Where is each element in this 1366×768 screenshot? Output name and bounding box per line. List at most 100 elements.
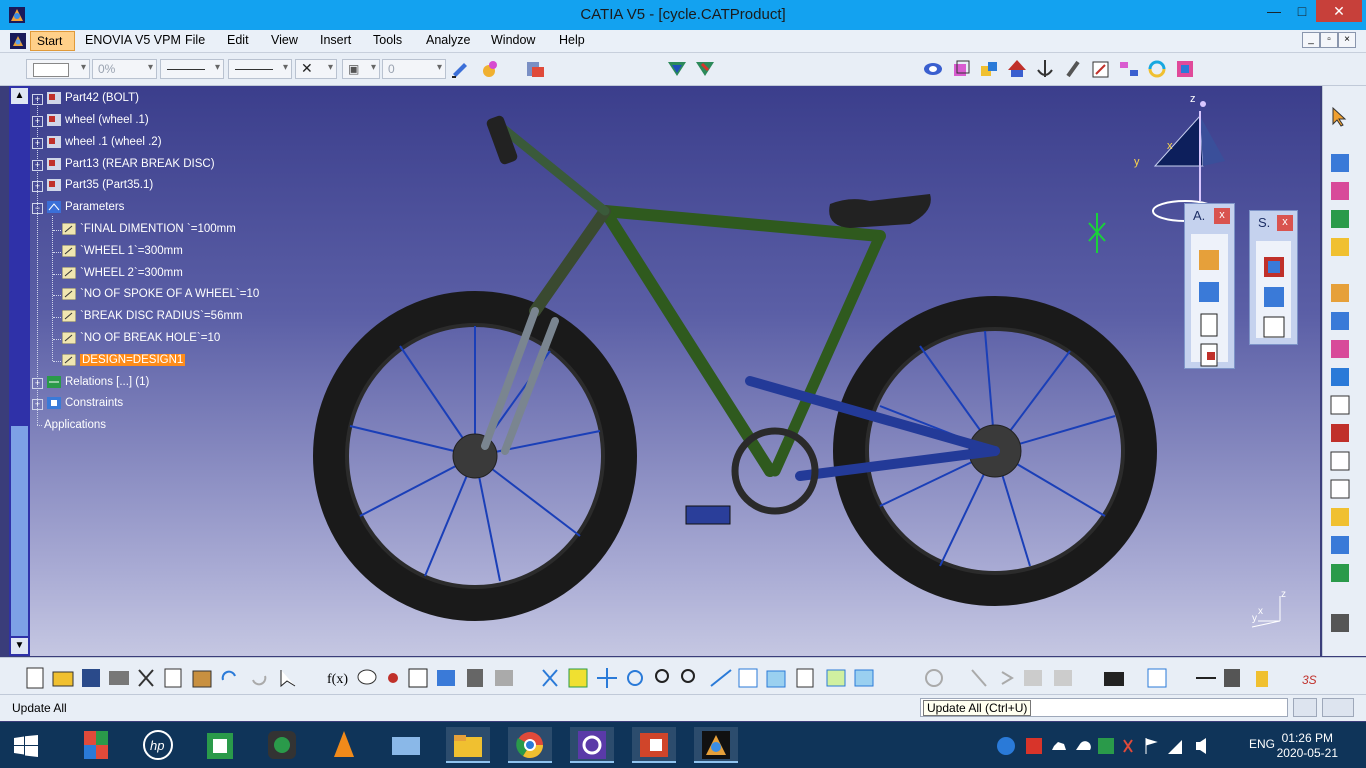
line-type-combo[interactable]: ▾ [228, 59, 292, 79]
mini-y-label: y [1252, 613, 1257, 624]
component-icon[interactable] [950, 58, 972, 80]
rendering-style-combo[interactable]: ▣ ▾ [342, 59, 380, 79]
relations-icon [47, 376, 61, 388]
select-arrow-icon[interactable] [1329, 106, 1351, 128]
menu-analyze[interactable]: Analyze [426, 33, 470, 47]
taskbar-app-settings[interactable] [570, 727, 614, 763]
document-icon[interactable] [10, 33, 26, 49]
menu-enovia[interactable]: ENOVIA V5 VPM [85, 33, 181, 47]
fly-mode-icon[interactable] [666, 58, 688, 80]
examine-mode-icon[interactable] [694, 58, 716, 80]
status-button-1[interactable] [1293, 698, 1317, 717]
bike-frame [481, 121, 1000, 481]
assembly-constraint-icons[interactable] [1329, 154, 1351, 654]
maximize-button[interactable]: □ [1287, 0, 1317, 22]
scroll-down-arrow[interactable]: ▼ [11, 638, 28, 654]
menu-view[interactable]: View [271, 33, 298, 47]
manipulate-icon[interactable] [1006, 58, 1028, 80]
part-icon [47, 158, 61, 170]
expand-constraints[interactable]: + [32, 399, 43, 410]
anchor-icon[interactable] [1034, 58, 1056, 80]
expand-part35[interactable]: + [32, 181, 43, 192]
floating-toolbar-a[interactable]: A. x [1184, 203, 1235, 369]
existing-component-icon[interactable] [978, 58, 1000, 80]
svg-text:3S: 3S [1302, 673, 1317, 687]
color-swatch [33, 63, 69, 77]
taskbar-app-camera[interactable] [260, 727, 304, 763]
doc-restore-button[interactable]: ▫ [1320, 32, 1338, 48]
point-symbol-combo[interactable]: ✕ ▾ [295, 59, 337, 79]
formula-icon [62, 332, 76, 344]
saddle [829, 194, 931, 228]
taskbar-app-catia[interactable] [694, 727, 738, 763]
taskbar-app-hp[interactable]: hp [136, 727, 180, 763]
minimize-button[interactable]: — [1259, 0, 1289, 22]
update-icon[interactable] [1146, 58, 1168, 80]
scroll-up-arrow[interactable]: ▲ [11, 88, 28, 104]
right-edge-panel [1356, 86, 1366, 656]
windows-taskbar: hp ENG 01:26 PM 2020-05-21 [0, 722, 1366, 768]
floating-s-close-button[interactable]: x [1277, 215, 1293, 231]
input-language[interactable]: ENG [1249, 737, 1275, 751]
explode-icon[interactable] [1118, 58, 1140, 80]
snap-icon[interactable] [1090, 58, 1112, 80]
menu-window[interactable]: Window [491, 33, 535, 47]
structure-tools-icons[interactable] [1262, 255, 1286, 345]
taskbar-app-vlc[interactable] [322, 727, 366, 763]
update-all-tooltip: Update All (Ctrl+U) [923, 700, 1032, 716]
taskbar-app-keyboard[interactable] [384, 727, 428, 763]
power-input-field[interactable]: Update All (Ctrl+U) [920, 698, 1288, 717]
svg-text:hp: hp [150, 738, 164, 753]
expand-part42[interactable]: + [32, 94, 43, 105]
windows-start-icon[interactable] [14, 735, 38, 757]
expand-wheel-1[interactable]: + [32, 138, 43, 149]
floating-a-close-button[interactable]: x [1214, 208, 1230, 224]
expand-wheel[interactable]: + [32, 116, 43, 127]
menu-edit[interactable]: Edit [227, 33, 249, 47]
pedal [685, 505, 731, 525]
collapse-parameters[interactable]: − [32, 203, 43, 214]
system-clock[interactable]: 01:26 PM 2020-05-21 [1277, 731, 1338, 761]
taskbar-app-explorer[interactable] [446, 727, 490, 763]
tree-scrollbar[interactable]: ▲ ▼ [9, 86, 30, 656]
taskbar-app-chrome[interactable] [508, 727, 552, 763]
status-button-2[interactable] [1322, 698, 1354, 717]
menu-tools[interactable]: Tools [373, 33, 402, 47]
expand-relations[interactable]: + [32, 378, 43, 389]
taskbar-app-store[interactable] [198, 727, 242, 763]
system-tray-icons[interactable] [996, 736, 1226, 756]
menu-start[interactable]: Start [30, 31, 75, 51]
3d-viewport[interactable]: z y x z x y [30, 86, 1320, 656]
title-bar: CATIA V5 - [cycle.CATProduct] — □ ✕ [0, 0, 1366, 30]
expand-part13[interactable]: + [32, 160, 43, 171]
close-button[interactable]: ✕ [1316, 0, 1362, 22]
front-wheel [313, 291, 637, 621]
scroll-thumb[interactable] [11, 426, 28, 636]
formula-icon [62, 267, 76, 279]
properties-icon[interactable] [478, 58, 500, 80]
standard-tools-icons[interactable]: f(x) [25, 666, 875, 690]
catalog-browser-icon[interactable] [524, 58, 546, 80]
fill-color-combo[interactable]: ▾ [26, 59, 90, 79]
taskbar-app-puzzle[interactable] [74, 727, 118, 763]
constraints-icon [47, 397, 61, 409]
part-icon [47, 114, 61, 126]
assembly-tools-icons[interactable] [1197, 248, 1221, 368]
mini-x-label: x [1258, 606, 1263, 617]
pin-icon[interactable] [1062, 58, 1084, 80]
floating-toolbar-s[interactable]: S. x [1249, 210, 1298, 345]
compass-x-label: x [1167, 140, 1173, 152]
layer-combo[interactable]: 0 ▾ [382, 59, 446, 79]
constraint-icon[interactable] [1174, 58, 1196, 80]
taskbar-app-powerpoint[interactable] [632, 727, 676, 763]
product-icon[interactable] [922, 58, 944, 80]
doc-close-button[interactable]: × [1338, 32, 1356, 48]
line-thickness-combo[interactable]: ▾ [160, 59, 224, 79]
transparency-combo[interactable]: 0% ▾ [92, 59, 157, 79]
doc-minimize-button[interactable]: _ [1302, 32, 1320, 48]
product-tools-icons[interactable]: 3S [920, 666, 1340, 690]
painter-icon[interactable] [450, 58, 472, 80]
menu-help[interactable]: Help [559, 33, 585, 47]
menu-file[interactable]: File [185, 33, 205, 47]
menu-insert[interactable]: Insert [320, 33, 351, 47]
